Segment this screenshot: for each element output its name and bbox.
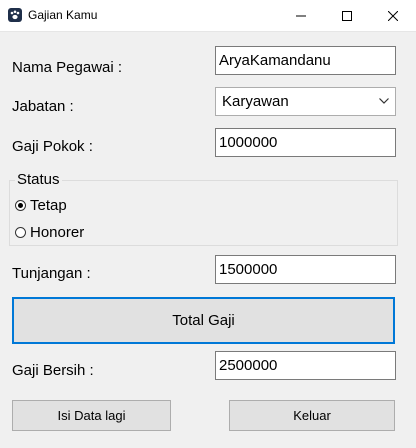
radio-honorer-label: Honorer [30, 224, 85, 241]
radio-unselected-icon [15, 227, 26, 238]
window-title: Gajian Kamu [28, 8, 98, 22]
jabatan-selected-value: Karyawan [222, 93, 289, 110]
maximize-button[interactable] [324, 0, 370, 31]
jabatan-select[interactable]: Karyawan [215, 87, 396, 116]
total-gaji-button[interactable]: Total Gaji [12, 297, 395, 344]
maximize-icon [342, 10, 352, 21]
gaji-bersih-input[interactable]: 2500000 [215, 351, 396, 380]
radio-honorer[interactable]: Honorer [15, 224, 84, 241]
title-bar: Gajian Kamu [0, 0, 416, 32]
keluar-button[interactable]: Keluar [229, 400, 395, 431]
paw-icon [8, 8, 22, 22]
close-icon [388, 10, 398, 21]
status-label: Status [15, 171, 62, 189]
chevron-down-icon [379, 98, 389, 104]
minimize-icon [296, 15, 306, 16]
radio-selected-icon [15, 200, 26, 211]
gaji-pokok-label: Gaji Pokok : [12, 138, 93, 155]
radio-tetap-label: Tetap [30, 197, 67, 214]
minimize-button[interactable] [278, 0, 324, 31]
radio-tetap[interactable]: Tetap [15, 197, 67, 214]
gaji-bersih-label: Gaji Bersih : [12, 362, 94, 379]
nama-pegawai-input[interactable]: AryaKamandanu [215, 46, 396, 75]
close-button[interactable] [370, 0, 416, 31]
tunjangan-label: Tunjangan : [12, 265, 91, 282]
gaji-pokok-input[interactable]: 1000000 [215, 128, 396, 157]
jabatan-label: Jabatan : [12, 98, 74, 115]
nama-pegawai-label: Nama Pegawai : [12, 59, 123, 76]
isi-data-lagi-button[interactable]: Isi Data lagi [12, 400, 171, 431]
tunjangan-input[interactable]: 1500000 [215, 255, 396, 284]
